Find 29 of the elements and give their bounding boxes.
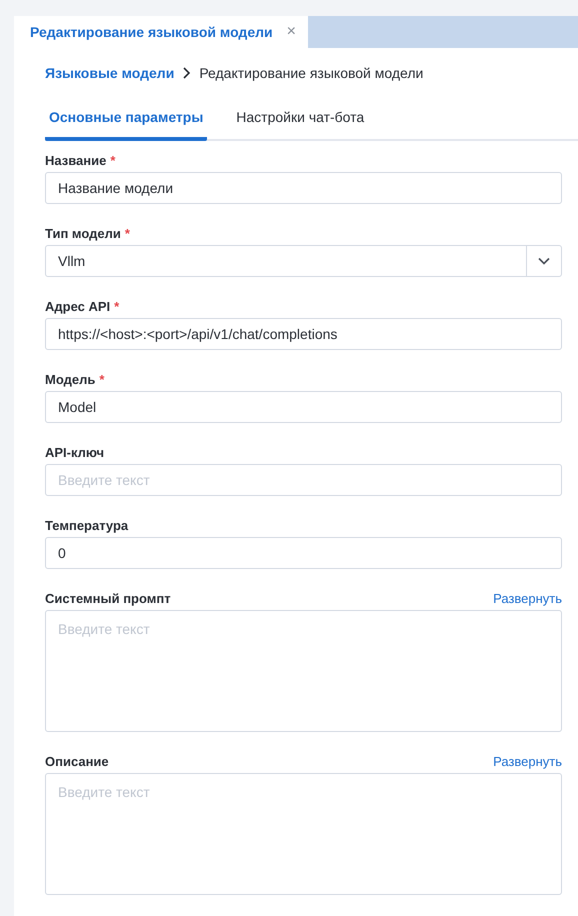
- tab[interactable]: Настройки чат-бота: [232, 101, 368, 141]
- input-field[interactable]: Введите текст: [45, 464, 562, 496]
- field-label: Описание: [45, 754, 109, 768]
- field-label: Температура: [45, 518, 128, 532]
- field-label: Модель: [45, 372, 96, 386]
- field-label: Тип модели: [45, 226, 121, 240]
- text-area[interactable]: Введите текст: [45, 610, 562, 732]
- input-field[interactable]: Model: [45, 391, 562, 423]
- input-field[interactable]: Название модели: [45, 172, 562, 204]
- field-label: Адрес API: [45, 298, 110, 314]
- tab[interactable]: Основные параметры: [45, 101, 208, 141]
- field-label: API-ключ: [45, 444, 104, 460]
- breadcrumb-link[interactable]: Языковые модели: [45, 65, 174, 81]
- text-area[interactable]: Введите текст: [45, 773, 562, 895]
- expand-link[interactable]: Развернуть: [493, 590, 562, 606]
- field-label: Системный промпт: [45, 590, 171, 606]
- chevron-down-icon: [538, 257, 550, 265]
- input-field[interactable]: https://<host>:<port>/api/v1/chat/completions: [45, 318, 562, 350]
- chevron-right-icon: [182, 67, 192, 79]
- field-label: Название: [45, 152, 106, 168]
- required-mark: *: [110, 152, 116, 168]
- required-mark: *: [124, 226, 130, 240]
- expand-link[interactable]: Развернуть: [493, 754, 562, 768]
- required-mark: *: [114, 298, 120, 314]
- select-field[interactable]: Vllm: [45, 245, 562, 277]
- required-mark: *: [99, 372, 104, 386]
- input-field[interactable]: 0: [45, 537, 562, 569]
- page-title: Редактирование языковой модели: [199, 65, 424, 81]
- document-tab-title[interactable]: Редактирование языковой модели: [30, 24, 273, 40]
